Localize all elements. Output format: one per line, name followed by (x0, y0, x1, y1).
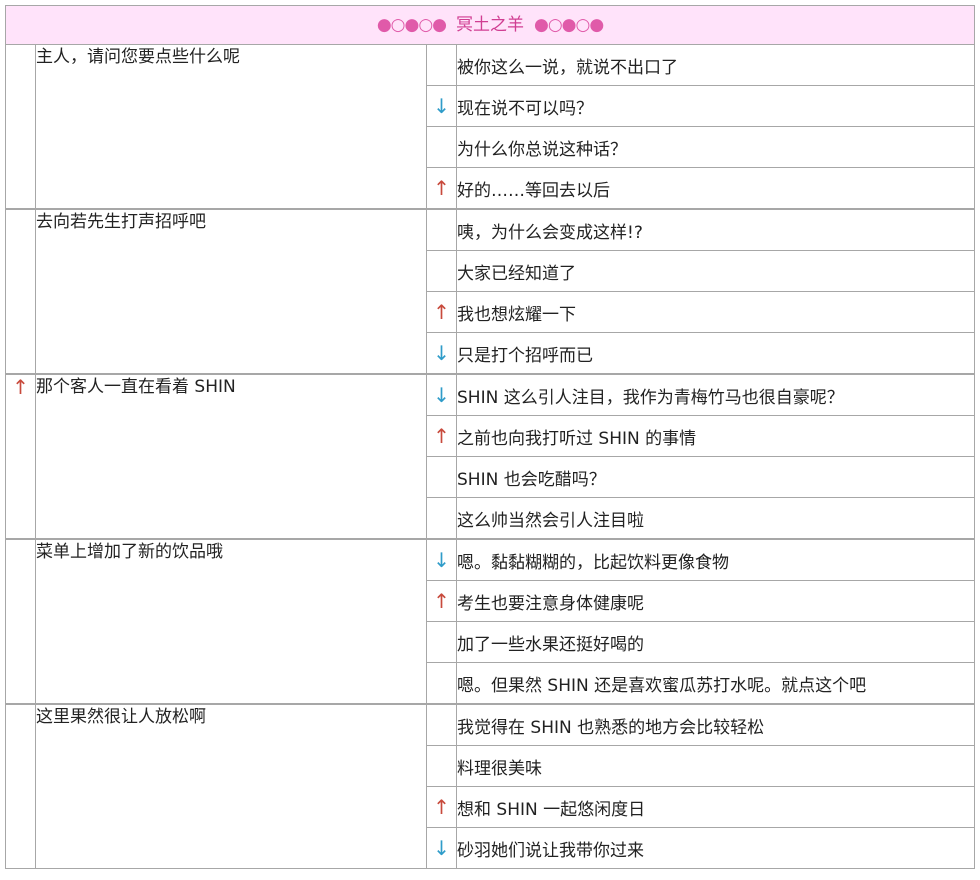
reply-marker-cell: ↑ (426, 415, 457, 457)
reply-text: 考生也要注意身体健康呢 (455, 580, 976, 622)
arrow-up-icon: ↑ (433, 424, 450, 448)
reply-marker-cell (426, 208, 457, 251)
reply-marker-cell (426, 497, 457, 540)
reply-text: SHIN 也会吃醋吗？ (455, 456, 976, 498)
prompt-text: 这里果然很让人放松啊 (35, 703, 427, 869)
reply-text: 之前也向我打听过 SHIN 的事情 (455, 415, 976, 457)
arrow-down-icon: ↓ (433, 94, 450, 118)
arrow-down-icon: ↓ (433, 548, 450, 572)
decoration-dots-right: ●○●○● (534, 15, 604, 35)
reply-text: 料理很美味 (455, 745, 976, 787)
reply-text: 被你这么一说，就说不出口了 (455, 44, 976, 86)
reply-marker-cell: ↑ (426, 167, 457, 210)
reply-text: 砂羽她们说让我带你过来 (455, 827, 976, 869)
table-row: 菜单上增加了新的饮品哦 ↓ 嗯。黏黏糊糊的，比起饮料更像食物 (5, 538, 976, 705)
arrow-down-icon: ↓ (433, 383, 450, 407)
prompt-text: 那个客人一直在看着 SHIN (35, 373, 427, 540)
reply-marker-cell (426, 662, 457, 705)
prompt-marker-cell (5, 44, 36, 210)
dialog-options-sheet: ●○●○● 冥土之羊 ●○●○● 主人，请问您要点些什么呢 被你这么一说，就说不出口了… (4, 5, 976, 869)
header-title-line: ●○●○● 冥土之羊 ●○●○● (376, 6, 604, 44)
arrow-up-icon: ↑ (12, 375, 29, 399)
prompt-marker-cell (5, 538, 36, 705)
arrow-up-icon: ↑ (433, 176, 450, 200)
prompt-text: 主人，请问您要点些什么呢 (35, 44, 427, 210)
reply-text: 加了一些水果还挺好喝的 (455, 621, 976, 663)
reply-text: 这么帅当然会引人注目啦 (455, 497, 976, 540)
reply-text: 嗯。黏黏糊糊的，比起饮料更像食物 (455, 538, 976, 581)
reply-marker-cell (426, 621, 457, 663)
table-row: 去向若先生打声招呼吧 咦，为什么会变成这样!? (5, 208, 976, 375)
table-row: ↑ 那个客人一直在看着 SHIN ↓ SHIN 这么引人注目，我作为青梅竹马也很自豪呢… (5, 373, 976, 540)
reply-text: 为什么你总说这种话？ (455, 126, 976, 168)
reply-marker-cell: ↓ (426, 85, 457, 127)
dialog-table: ●○●○● 冥土之羊 ●○●○● 主人，请问您要点些什么呢 被你这么一说，就说不出口了… (4, 5, 976, 869)
arrow-up-icon: ↑ (433, 300, 450, 324)
prompt-text: 去向若先生打声招呼吧 (35, 208, 427, 375)
dialog-body: 主人，请问您要点些什么呢 被你这么一说，就说不出口了 ↓ 现在说不可以吗？ 为什么你总说… (5, 44, 976, 869)
reply-text: 我觉得在 SHIN 也熟悉的地方会比较轻松 (455, 703, 976, 746)
arrow-down-icon: ↓ (433, 341, 450, 365)
arrow-down-icon: ↓ (433, 836, 450, 860)
reply-text: 嗯。但果然 SHIN 还是喜欢蜜瓜苏打水呢。就点这个吧 (455, 662, 976, 705)
reply-marker-cell: ↓ (426, 373, 457, 416)
page-title: 冥土之羊 (456, 15, 525, 35)
reply-text: 只是打个招呼而已 (455, 332, 976, 375)
prompt-text: 菜单上增加了新的饮品哦 (35, 538, 427, 705)
reply-marker-cell (426, 250, 457, 292)
table-row: 这里果然很让人放松啊 我觉得在 SHIN 也熟悉的地方会比较轻松 (5, 703, 976, 869)
decoration-dots-left: ●○●○● (376, 15, 447, 35)
reply-text: 大家已经知道了 (455, 250, 976, 292)
reply-text: 现在说不可以吗？ (455, 85, 976, 127)
reply-marker-cell (426, 44, 457, 86)
reply-marker-cell: ↑ (426, 580, 457, 622)
reply-text: 我也想炫耀一下 (455, 291, 976, 333)
reply-marker-cell (426, 456, 457, 498)
reply-marker-cell (426, 703, 457, 746)
arrow-up-icon: ↑ (433, 795, 450, 819)
prompt-marker-cell (5, 703, 36, 869)
reply-marker-cell: ↓ (426, 827, 457, 869)
table-row: 主人，请问您要点些什么呢 被你这么一说，就说不出口了 (5, 44, 976, 210)
reply-text: 咦，为什么会变成这样!? (455, 208, 976, 251)
prompt-marker-cell (5, 208, 36, 375)
arrow-up-icon: ↑ (433, 589, 450, 613)
reply-marker-cell: ↓ (426, 332, 457, 375)
reply-text: 好的……等回去以后 (455, 167, 976, 210)
reply-marker-cell: ↑ (426, 786, 457, 828)
reply-marker-cell (426, 126, 457, 168)
reply-text: 想和 SHIN 一起悠闲度日 (455, 786, 976, 828)
table-header: ●○●○● 冥土之羊 ●○●○● (4, 5, 976, 45)
reply-text: SHIN 这么引人注目，我作为青梅竹马也很自豪呢？ (455, 373, 976, 416)
prompt-marker-cell: ↑ (5, 373, 36, 540)
reply-marker-cell: ↑ (426, 291, 457, 333)
reply-marker-cell (426, 745, 457, 787)
reply-marker-cell: ↓ (426, 538, 457, 581)
